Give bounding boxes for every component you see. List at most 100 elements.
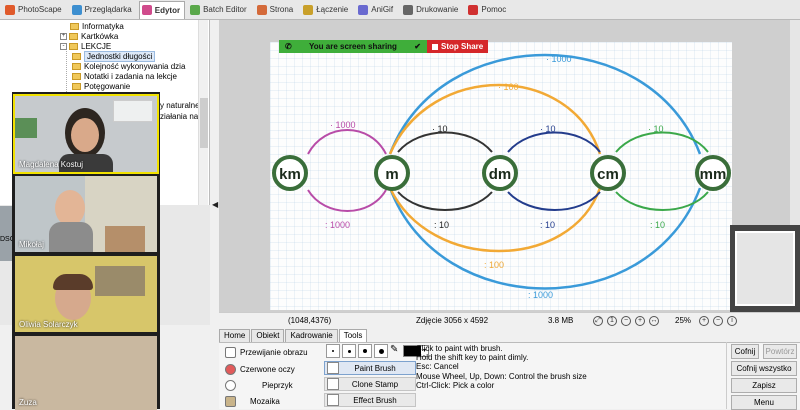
participant-name: Oliwia Solarczyk: [19, 320, 78, 329]
paint-brush-button[interactable]: Paint Brush: [324, 361, 416, 375]
actual-size-icon[interactable]: 1: [607, 316, 617, 326]
info-icon[interactable]: i: [727, 316, 737, 326]
brush-icon: [327, 362, 339, 374]
zoom-out-minus-icon[interactable]: −: [713, 316, 723, 326]
folder-icon: [72, 52, 81, 60]
tab-przegladarka[interactable]: Przeglądarka: [69, 1, 137, 19]
redo-button[interactable]: Powtórz: [763, 344, 797, 359]
help-icon: [468, 4, 479, 15]
label-m-mm-bottom: : 1000: [528, 290, 553, 300]
svg-text:km: km: [279, 166, 301, 183]
menu-button[interactable]: Menu: [731, 395, 797, 410]
brush-size-4[interactable]: [374, 344, 388, 358]
zoom-in-plus-icon[interactable]: +: [699, 316, 709, 326]
tree-item-kartkowka[interactable]: + Kartkówka: [60, 31, 118, 41]
tool-mole[interactable]: Pieprzyk: [225, 380, 293, 391]
label-km-m-bottom: : 1000: [325, 220, 350, 230]
eyedropper-icon[interactable]: ✎: [390, 344, 400, 358]
tab-obiekt[interactable]: Obiekt: [251, 329, 285, 342]
stop-share-button[interactable]: Stop Share: [427, 40, 489, 53]
participant-name: Mikołaj: [19, 240, 44, 249]
video-tile[interactable]: Magdalena Kostuj: [13, 94, 159, 174]
undo-all-button[interactable]: Cofnij wszystko: [731, 361, 797, 376]
tab-strona[interactable]: Strona: [254, 1, 299, 19]
tab-anigif[interactable]: AniGif: [355, 1, 398, 19]
undo-button[interactable]: Cofnij: [731, 344, 759, 359]
batch-icon: [190, 4, 201, 15]
label-m-dm-top: · 10: [432, 124, 448, 134]
save-button[interactable]: Zapisz: [731, 378, 797, 393]
fit-icon[interactable]: ⤢: [593, 316, 603, 326]
image-info: Zdjęcie 3056 x 4592: [416, 316, 489, 325]
viewer-scrollbar[interactable]: [790, 20, 800, 225]
anigif-icon: [358, 4, 369, 15]
status-bar: (1048,4376) Zdjęcie 3056 x 4592 3.8 MB ⤢…: [219, 312, 800, 329]
clone-stamp-button[interactable]: Clone Stamp: [324, 377, 416, 391]
label-m-mm-top: · 1000: [546, 54, 572, 64]
tool-scroll[interactable]: Przewijanie obrazu: [225, 347, 308, 358]
zoom-out-icon[interactable]: −: [621, 316, 631, 326]
svg-text:mm: mm: [700, 166, 727, 183]
tree-item-kolejnosc[interactable]: Kolejność wykonywania dzia: [72, 61, 185, 71]
photoscape-icon: [5, 4, 15, 15]
tool-red-eye[interactable]: Czerwone oczy: [225, 364, 295, 375]
units-diagram: km m dm cm mm · 1000 · 10 · 10 · 10 · 10…: [270, 42, 732, 310]
unit-mm: mm: [695, 155, 731, 191]
expand-icon[interactable]: +: [60, 32, 67, 40]
effect-icon: [327, 394, 339, 406]
shield-check-icon: ✔: [414, 42, 421, 51]
photo-canvas[interactable]: km m dm cm mm · 1000 · 10 · 10 · 10 · 10…: [270, 42, 732, 310]
video-tile[interactable]: Mikołaj: [15, 176, 157, 252]
tab-home[interactable]: Home: [219, 329, 251, 342]
folder-icon: [72, 72, 81, 80]
label-km-m-top: · 1000: [330, 120, 356, 130]
tab-drukowanie[interactable]: Drukowanie: [400, 1, 463, 19]
label-cm-mm-bottom: : 10: [650, 220, 665, 230]
collapse-panel-icon[interactable]: ◀: [212, 200, 218, 214]
label-dm-cm-top: · 10: [540, 124, 556, 134]
zoom-in-icon[interactable]: +: [635, 316, 645, 326]
tree-item-partial-1[interactable]: y naturalne: [160, 100, 200, 110]
tab-laczenie[interactable]: Łączenie: [300, 1, 353, 19]
navigator-preview[interactable]: [730, 225, 800, 312]
tree-item-jednostki[interactable]: Jednostki długości: [72, 50, 156, 62]
tool-help-text: Click to paint with brush. Hold the shif…: [416, 344, 587, 390]
svg-text:m: m: [385, 166, 398, 183]
brush-size-2[interactable]: [342, 344, 356, 358]
editor-tabs: Home Obiekt Kadrowanie Tools: [219, 329, 368, 342]
video-tile[interactable]: Oliwia Solarczyk: [15, 256, 157, 332]
brush-size-1[interactable]: [326, 344, 340, 358]
effect-brush-button[interactable]: Effect Brush: [324, 393, 416, 407]
tab-pomoc[interactable]: Pomoc: [465, 1, 511, 19]
label-m-dm-bottom: : 10: [434, 220, 449, 230]
tree-item-informatyka[interactable]: Informatyka: [70, 21, 124, 31]
video-tile[interactable]: Zuza: [15, 336, 157, 410]
stamp-icon: [327, 378, 339, 390]
collapse-icon[interactable]: -: [60, 42, 67, 50]
tool-mosaic[interactable]: Mozaika: [225, 396, 280, 407]
preview-image: [735, 231, 795, 306]
tab-tools[interactable]: Tools: [338, 329, 368, 342]
brush-size-3[interactable]: [358, 344, 372, 358]
participant-name: Magdalena Kostuj: [19, 160, 84, 169]
scroll-thumb[interactable]: [200, 98, 208, 148]
combine-icon: [303, 4, 314, 15]
tab-batch-editor[interactable]: Batch Editor: [187, 1, 252, 19]
tab-edytor[interactable]: Edytor: [138, 0, 186, 19]
tree-item-notatki[interactable]: Notatki i zadania na lekcje: [72, 71, 177, 81]
label-dm-cm-bottom: : 10: [540, 220, 555, 230]
folder-icon: [69, 32, 78, 40]
editor-icon: [141, 5, 152, 15]
unit-cm: cm: [590, 155, 626, 191]
tree-scrollbar[interactable]: [198, 20, 208, 205]
folder-icon: [72, 62, 81, 70]
sharing-status[interactable]: ✆ You are screen sharing ✔: [279, 40, 427, 53]
unit-m: m: [374, 155, 410, 191]
unit-km: km: [272, 155, 308, 191]
tab-kadrowanie[interactable]: Kadrowanie: [285, 329, 338, 342]
tree-item-potegowanie[interactable]: Potęgowanie: [72, 81, 130, 91]
page-icon: [256, 4, 267, 15]
tab-photoscape[interactable]: PhotoScape: [2, 1, 67, 19]
tree-item-lekcje[interactable]: - LEKCJE: [60, 41, 111, 51]
fit-width-icon[interactable]: ↔: [649, 316, 659, 326]
